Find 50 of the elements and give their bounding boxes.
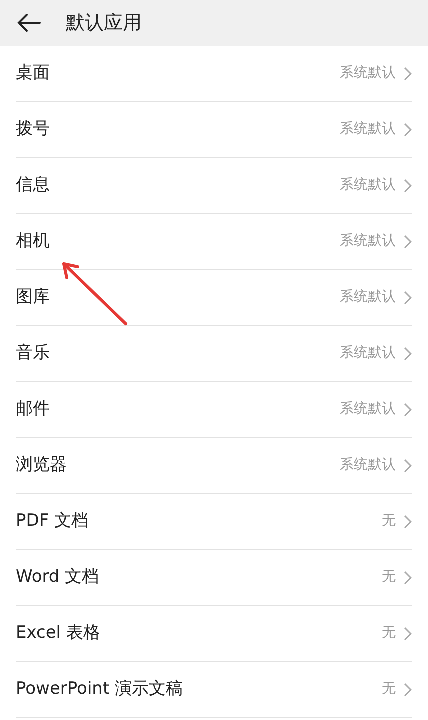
- chevron-right-icon: [404, 402, 412, 416]
- page-title: 默认应用: [66, 10, 142, 36]
- chevron-right-icon: [404, 290, 412, 304]
- chevron-right-icon: [404, 682, 412, 696]
- chevron-right-icon: [404, 458, 412, 472]
- item-value: 无: [382, 568, 396, 587]
- item-label: 音乐: [16, 342, 50, 365]
- item-label: 信息: [16, 174, 50, 197]
- item-value: 系统默认: [340, 176, 396, 195]
- item-value: 系统默认: [340, 288, 396, 307]
- item-label: 图库: [16, 286, 50, 309]
- chevron-right-icon: [404, 570, 412, 584]
- item-value: 系统默认: [340, 64, 396, 83]
- item-value: 系统默认: [340, 232, 396, 251]
- item-label: 拨号: [16, 118, 50, 141]
- chevron-right-icon: [404, 66, 412, 80]
- chevron-right-icon: [404, 626, 412, 640]
- item-value: 系统默认: [340, 456, 396, 475]
- item-label: 浏览器: [16, 454, 67, 477]
- item-value: 系统默认: [340, 344, 396, 363]
- list-item[interactable]: 相机 系统默认: [16, 214, 412, 270]
- item-label: Word 文档: [16, 566, 100, 589]
- item-label: 桌面: [16, 62, 50, 85]
- list-item[interactable]: 图库 系统默认: [16, 270, 412, 326]
- list-item[interactable]: 浏览器 系统默认: [16, 438, 412, 494]
- chevron-right-icon: [404, 514, 412, 528]
- chevron-right-icon: [404, 122, 412, 136]
- list-item[interactable]: 邮件 系统默认: [16, 382, 412, 438]
- chevron-right-icon: [404, 234, 412, 248]
- item-label: PowerPoint 演示文稿: [16, 678, 184, 701]
- chevron-right-icon: [404, 178, 412, 192]
- list-item[interactable]: 信息 系统默认: [16, 158, 412, 214]
- list-item[interactable]: Word 文档 无: [16, 550, 412, 606]
- list-item[interactable]: 音乐 系统默认: [16, 326, 412, 382]
- list-item[interactable]: 拨号 系统默认: [16, 102, 412, 158]
- item-value: 系统默认: [340, 120, 396, 139]
- item-value: 系统默认: [340, 400, 396, 419]
- item-label: PDF 文档: [16, 510, 89, 533]
- chevron-right-icon: [404, 346, 412, 360]
- item-label: Excel 表格: [16, 622, 100, 645]
- item-value: 无: [382, 512, 396, 531]
- list-item[interactable]: PDF 文档 无: [16, 494, 412, 550]
- list-item[interactable]: Excel 表格 无: [16, 606, 412, 662]
- item-label: 邮件: [16, 398, 50, 421]
- item-label: 相机: [16, 230, 50, 253]
- list-item[interactable]: 桌面 系统默认: [16, 46, 412, 102]
- list-item[interactable]: PowerPoint 演示文稿 无: [16, 662, 412, 718]
- item-value: 无: [382, 624, 396, 643]
- item-value: 无: [382, 680, 396, 699]
- back-arrow-icon[interactable]: [16, 13, 42, 33]
